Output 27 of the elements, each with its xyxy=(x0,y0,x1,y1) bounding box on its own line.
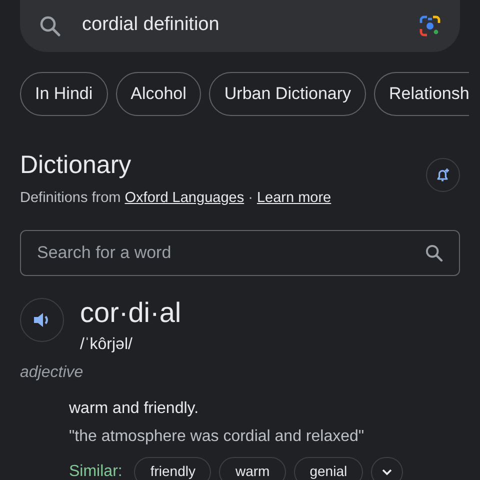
speaker-button[interactable] xyxy=(20,298,64,342)
synonym-chip[interactable]: friendly xyxy=(134,456,212,480)
pronunciation: /ˈkôrjəl/ xyxy=(80,334,134,355)
suggestion-chip[interactable]: In Hindi xyxy=(20,72,108,116)
definition: warm and friendly. xyxy=(69,398,200,419)
search-bar[interactable]: cordial definition xyxy=(20,0,460,52)
expand-button[interactable] xyxy=(371,456,404,480)
suggestion-chip[interactable]: Alcohol xyxy=(116,72,202,116)
search-icon xyxy=(38,14,62,38)
learn-more-link[interactable]: Learn more xyxy=(256,190,332,206)
bell-plus-button[interactable] xyxy=(426,158,460,192)
search-icon xyxy=(424,242,444,263)
similar-label: Similar: xyxy=(69,462,122,480)
synonym-chip[interactable]: warm xyxy=(219,456,286,480)
suggestion-chip[interactable]: Relationsh xyxy=(374,72,470,116)
word-search-field[interactable]: Search for a word xyxy=(20,230,460,276)
headword: cor·di·al xyxy=(80,298,182,329)
section-title: Dictionary xyxy=(20,150,132,180)
part-of-speech: adjective xyxy=(20,362,84,383)
search-query: cordial definition xyxy=(82,13,220,38)
suggestion-chip[interactable]: Urban Dictionary xyxy=(209,72,366,116)
bell-plus-icon xyxy=(435,167,451,183)
camera-lens-icon[interactable] xyxy=(418,14,442,38)
synonym-chip[interactable]: genial xyxy=(294,456,364,480)
example-sentence: "the atmosphere was cordial and relaxed" xyxy=(69,426,366,447)
source-line: Definitions from Oxford Languages · Learn more xyxy=(20,189,332,208)
source-link[interactable]: Oxford Languages xyxy=(124,190,244,206)
